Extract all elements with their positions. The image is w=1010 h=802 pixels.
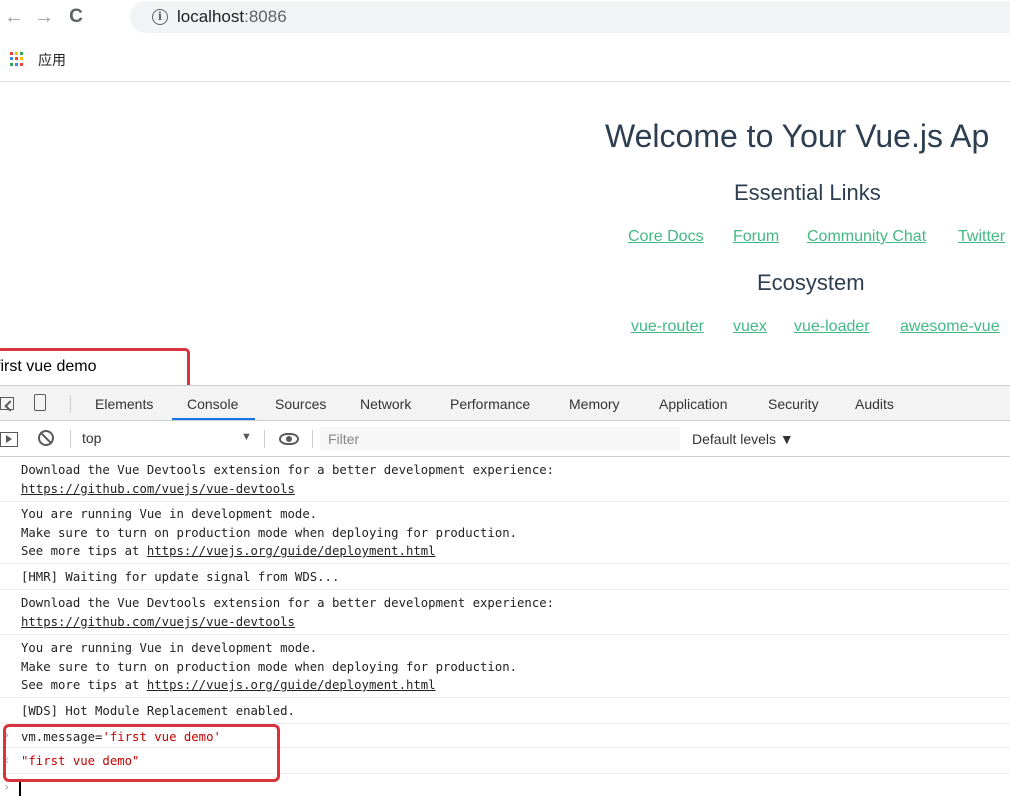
console-prompt-cursor[interactable] [19,781,21,796]
tab-security[interactable]: Security [768,396,819,412]
console-message: You are running Vue in development mode.… [0,502,1010,564]
filter-divider [70,430,71,448]
console-text: [HMR] Waiting for update signal from WDS… [21,570,340,584]
link-awesome-vue[interactable]: awesome-vue [900,318,1000,336]
context-selector[interactable]: top [82,430,252,450]
active-tab-indicator [172,418,255,420]
reload-icon[interactable]: C [64,6,88,30]
bookmarks-bar: 应用 [0,36,1010,82]
back-arrow-icon[interactable]: ← [2,6,26,30]
apps-grid-icon[interactable] [10,52,24,66]
log-levels-dropdown[interactable]: Default levels ▼ [692,431,794,447]
live-expression-eye-icon[interactable] [279,433,299,445]
console-text-line: See more tips at https://vuejs.org/guide… [21,678,436,692]
tab-memory[interactable]: Memory [569,396,620,412]
toolbar-divider [70,395,71,413]
console-text: Download the Vue Devtools extension for … [21,596,555,610]
url-text[interactable]: localhost:8086 [177,7,287,27]
link-vuex[interactable]: vuex [733,318,767,336]
tab-console[interactable]: Console [187,396,238,412]
console-text: Make sure to turn on production mode whe… [21,660,518,674]
tab-performance[interactable]: Performance [450,396,530,412]
dropdown-arrow-icon[interactable]: ▼ [241,431,252,443]
url-port: :8086 [244,7,287,26]
tab-application[interactable]: Application [659,396,728,412]
link-community-chat[interactable]: Community Chat [807,228,926,246]
devtools-tab-bar: Elements Console Sources Network Perform… [0,386,1010,421]
console-message: [WDS] Hot Module Replacement enabled. [0,698,1010,724]
console-message: Download the Vue Devtools extension for … [0,458,1010,502]
device-toolbar-icon[interactable] [34,394,46,411]
tab-network[interactable]: Network [360,396,411,412]
essential-links-heading: Essential Links [734,180,881,205]
console-link[interactable]: https://vuejs.org/guide/deployment.html [147,544,436,558]
browser-toolbar: ← → C i localhost:8086 [0,0,1010,36]
url-host: localhost [177,7,245,26]
address-bar[interactable]: i localhost:8086 [130,1,1010,33]
console-filter-bar: top ▼ Default levels ▼ [0,422,1010,457]
prompt-chevron-icon: › [3,780,11,794]
link-vue-loader[interactable]: vue-loader [794,318,870,336]
console-text: See more tips at [21,544,147,558]
tab-sources[interactable]: Sources [275,396,326,412]
console-text: You are running Vue in development mode. [21,507,318,521]
tab-audits[interactable]: Audits [855,396,894,412]
apps-bookmark-label[interactable]: 应用 [38,50,66,70]
info-icon[interactable]: i [152,9,168,25]
console-text: See more tips at [21,678,147,692]
page-title: Welcome to Your Vue.js Ap [605,118,990,154]
console-link[interactable]: https://github.com/vuejs/vue-devtools [21,615,295,629]
inspect-element-icon[interactable] [0,397,14,410]
console-text-line: See more tips at https://vuejs.org/guide… [21,544,436,558]
console-sidebar-toggle-icon[interactable] [0,432,18,447]
console-text: Make sure to turn on production mode whe… [21,526,518,540]
forward-arrow-icon[interactable]: → [32,6,56,30]
console-message: [HMR] Waiting for update signal from WDS… [0,564,1010,590]
clear-console-icon[interactable] [38,430,54,446]
highlight-box-console [3,724,280,782]
page-content: Welcome to Your Vue.js Ap Essential Link… [0,83,1010,383]
console-link[interactable]: https://vuejs.org/guide/deployment.html [147,678,436,692]
link-forum[interactable]: Forum [733,228,779,246]
link-vue-router[interactable]: vue-router [631,318,704,336]
link-twitter[interactable]: Twitter [958,228,1005,246]
console-text: [WDS] Hot Module Replacement enabled. [21,704,295,718]
ecosystem-heading: Ecosystem [757,270,865,295]
tab-elements[interactable]: Elements [95,396,153,412]
filter-divider-3 [312,430,313,448]
filter-input[interactable] [320,427,680,451]
link-core-docs[interactable]: Core Docs [628,228,704,246]
filter-divider-2 [264,430,265,448]
console-text: Download the Vue Devtools extension for … [21,463,555,477]
console-message: Download the Vue Devtools extension for … [0,590,1010,635]
console-text: You are running Vue in development mode. [21,641,318,655]
console-message: You are running Vue in development mode.… [0,635,1010,698]
console-link[interactable]: https://github.com/vuejs/vue-devtools [21,482,295,496]
